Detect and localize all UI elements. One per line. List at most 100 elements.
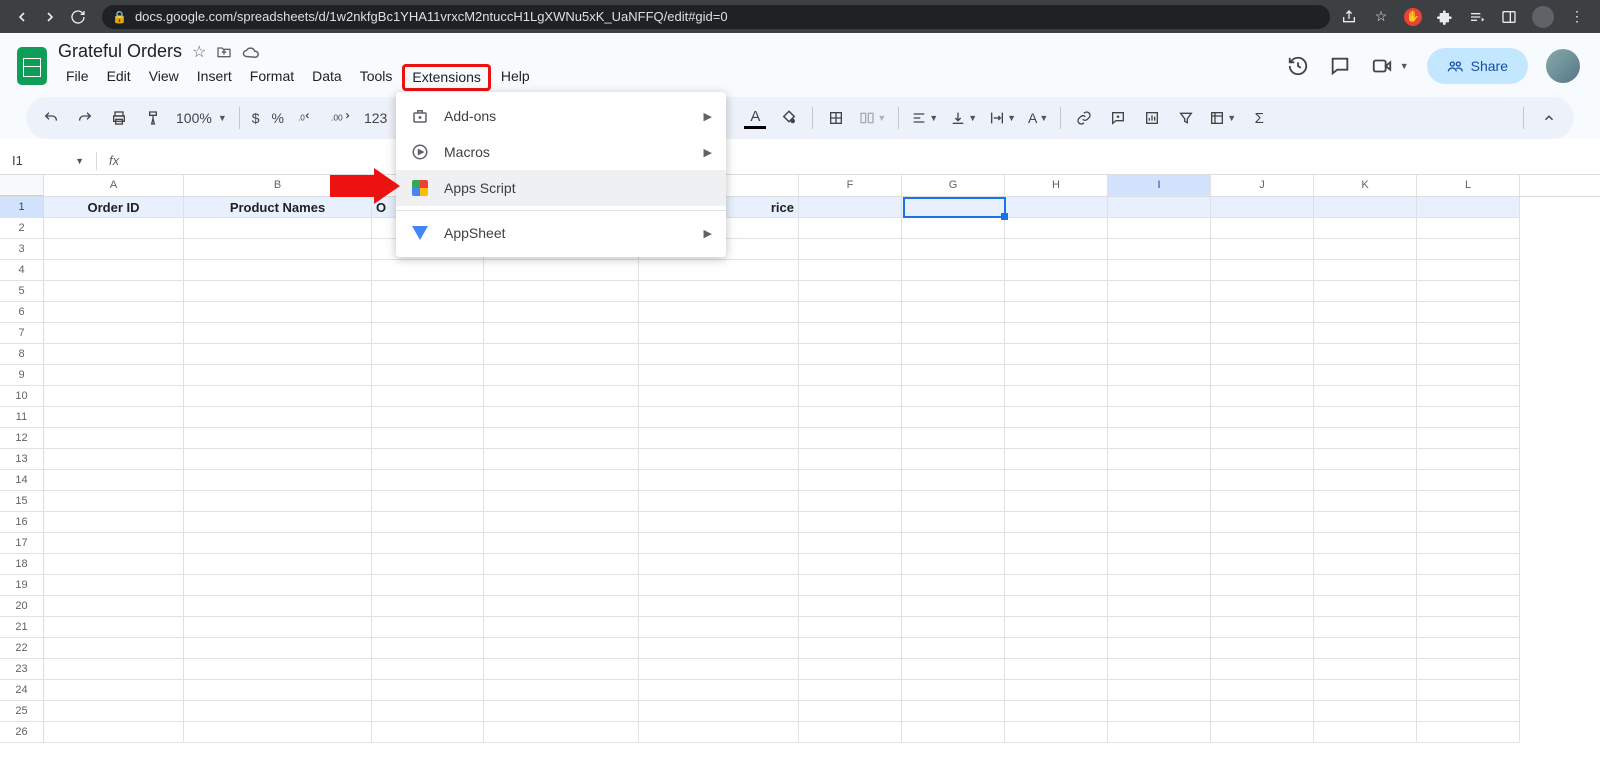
cell[interactable]: [372, 701, 484, 722]
cell[interactable]: [1005, 386, 1108, 407]
comments-icon[interactable]: [1328, 54, 1352, 78]
cell[interactable]: [1108, 260, 1211, 281]
cell[interactable]: [1314, 449, 1417, 470]
row-header[interactable]: 10: [0, 386, 44, 407]
cell[interactable]: [44, 701, 184, 722]
cell[interactable]: [639, 659, 799, 680]
cell[interactable]: [799, 302, 902, 323]
cell[interactable]: [799, 680, 902, 701]
cell[interactable]: [639, 491, 799, 512]
cell[interactable]: [1314, 365, 1417, 386]
table-row[interactable]: [44, 533, 1520, 554]
table-row[interactable]: [44, 239, 1520, 260]
cell[interactable]: [639, 302, 799, 323]
cell[interactable]: [44, 386, 184, 407]
cell[interactable]: [902, 722, 1005, 743]
cell[interactable]: [1417, 596, 1520, 617]
cell[interactable]: [484, 596, 639, 617]
cell[interactable]: [902, 617, 1005, 638]
cell[interactable]: [1417, 449, 1520, 470]
cell[interactable]: [184, 386, 372, 407]
table-row[interactable]: [44, 512, 1520, 533]
cell[interactable]: [484, 449, 639, 470]
row-header[interactable]: 17: [0, 533, 44, 554]
cell[interactable]: [1417, 638, 1520, 659]
menu-tools[interactable]: Tools: [352, 64, 401, 91]
cell[interactable]: [1211, 680, 1314, 701]
print-icon[interactable]: [108, 107, 130, 129]
cell[interactable]: [902, 491, 1005, 512]
cell[interactable]: [1417, 239, 1520, 260]
cell[interactable]: [1005, 659, 1108, 680]
cell[interactable]: [1005, 512, 1108, 533]
number-format-button[interactable]: 123: [364, 110, 387, 126]
cell[interactable]: [484, 428, 639, 449]
cell[interactable]: [639, 281, 799, 302]
star-icon[interactable]: ☆: [192, 42, 206, 62]
cell[interactable]: [484, 533, 639, 554]
cell[interactable]: [184, 365, 372, 386]
cell[interactable]: [372, 680, 484, 701]
cell[interactable]: [372, 365, 484, 386]
cell[interactable]: [799, 701, 902, 722]
cell[interactable]: [44, 218, 184, 239]
cell[interactable]: [902, 218, 1005, 239]
cell[interactable]: [184, 260, 372, 281]
cell[interactable]: [372, 575, 484, 596]
cell[interactable]: [1417, 680, 1520, 701]
cell[interactable]: [1211, 722, 1314, 743]
cell[interactable]: [1005, 575, 1108, 596]
col-header[interactable]: F: [799, 175, 902, 196]
table-row[interactable]: [44, 365, 1520, 386]
row-header[interactable]: 7: [0, 323, 44, 344]
cell[interactable]: [1417, 512, 1520, 533]
cell[interactable]: [639, 722, 799, 743]
cell[interactable]: [44, 659, 184, 680]
cell[interactable]: [1314, 218, 1417, 239]
cell[interactable]: [1417, 281, 1520, 302]
cell[interactable]: [1005, 470, 1108, 491]
cell[interactable]: [799, 470, 902, 491]
cell[interactable]: [1314, 722, 1417, 743]
cell[interactable]: [1005, 491, 1108, 512]
cell[interactable]: [799, 617, 902, 638]
menu-insert[interactable]: Insert: [189, 64, 240, 91]
cell[interactable]: [44, 554, 184, 575]
row-header[interactable]: 15: [0, 491, 44, 512]
cell[interactable]: [1005, 365, 1108, 386]
cell[interactable]: [902, 659, 1005, 680]
cell[interactable]: [902, 596, 1005, 617]
share-button[interactable]: Share: [1427, 48, 1528, 84]
cell[interactable]: [372, 323, 484, 344]
cell[interactable]: [372, 470, 484, 491]
col-header[interactable]: J: [1211, 175, 1314, 196]
cell[interactable]: [1417, 617, 1520, 638]
cell[interactable]: [372, 722, 484, 743]
undo-icon[interactable]: [40, 107, 62, 129]
cell[interactable]: [1314, 239, 1417, 260]
cell[interactable]: [484, 638, 639, 659]
cell[interactable]: [1417, 722, 1520, 743]
cell[interactable]: [902, 680, 1005, 701]
cell[interactable]: [1417, 344, 1520, 365]
table-row[interactable]: [44, 302, 1520, 323]
cell[interactable]: Order ID: [44, 197, 184, 218]
cell[interactable]: [1211, 512, 1314, 533]
table-row[interactable]: [44, 470, 1520, 491]
cell[interactable]: [1211, 281, 1314, 302]
table-row[interactable]: [44, 659, 1520, 680]
row-header[interactable]: 14: [0, 470, 44, 491]
cell[interactable]: [902, 449, 1005, 470]
cell[interactable]: [184, 323, 372, 344]
cell[interactable]: [902, 239, 1005, 260]
menu-item-macros[interactable]: Macros ▶: [396, 134, 726, 170]
cell[interactable]: [1211, 428, 1314, 449]
cell[interactable]: [484, 512, 639, 533]
cell[interactable]: [1211, 218, 1314, 239]
row-header[interactable]: 3: [0, 239, 44, 260]
cell[interactable]: [1211, 260, 1314, 281]
cell[interactable]: [1108, 701, 1211, 722]
cell[interactable]: [372, 491, 484, 512]
col-header[interactable]: A: [44, 175, 184, 196]
cell[interactable]: [1314, 407, 1417, 428]
